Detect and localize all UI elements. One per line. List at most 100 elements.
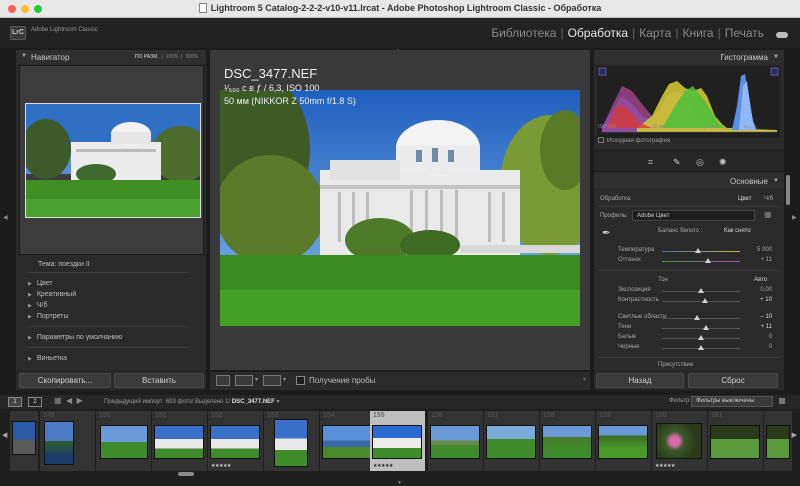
module-library[interactable]: Библиотека (487, 26, 560, 40)
red-eye-icon[interactable]: ◎ (696, 157, 704, 168)
treatment-bw-option[interactable]: Ч/б (764, 196, 773, 202)
preset-theme-travel[interactable]: Тема: поездки II (38, 261, 90, 268)
collapse-triangle-icon[interactable]: ▼ (773, 54, 779, 60)
grid-view-icon[interactable]: ▦ (54, 396, 62, 405)
filter-dropdown[interactable]: Фильтры выключены (691, 396, 773, 407)
filmstrip-cell-selected[interactable]: 155 ★★★★★ (370, 411, 425, 471)
rating-stars[interactable]: ★★★★★ (373, 463, 393, 469)
white-balance-eyedropper-icon[interactable]: ✒ (602, 228, 610, 239)
highlights-slider[interactable] (662, 315, 740, 320)
rating-stars[interactable]: ★★★★★ (211, 463, 231, 469)
slider-knob[interactable] (703, 325, 709, 330)
temperature-slider[interactable] (662, 248, 740, 253)
filmstrip-cell[interactable] (764, 411, 792, 471)
loupe-view[interactable]: DSC_3477.NEF ¹⁄₅₀₀ с в ƒ / 6,3, ISO 100 … (210, 50, 590, 370)
profile-dropdown[interactable]: Adobe Цвет (632, 210, 755, 221)
white-balance-dropdown[interactable]: Как снято (724, 228, 751, 234)
right-panel-scrollbar[interactable] (786, 175, 790, 205)
collapse-triangle-icon[interactable]: ▼ (773, 178, 779, 184)
slider-knob[interactable] (698, 288, 704, 293)
back-arrow-icon[interactable]: ◀ (66, 396, 72, 405)
slider-knob[interactable] (694, 315, 700, 320)
copy-settings-button[interactable]: Скопировать... (19, 373, 111, 388)
right-panel-toggle-icon[interactable]: ▶ (792, 214, 797, 221)
module-book[interactable]: Книга (678, 26, 717, 40)
filmstrip-scroll-left-icon[interactable]: ◀ (2, 431, 7, 439)
swap-settings-icon[interactable] (263, 375, 281, 386)
original-photo-toggle[interactable]: Исходная фотография (598, 137, 670, 144)
filmstrip-cell[interactable]: 153 (264, 411, 319, 471)
preset-group-bw[interactable]: ▶ Ч/б (28, 302, 47, 309)
shadows-value[interactable]: + 11 (742, 324, 772, 330)
histogram-header[interactable]: Гистограмма ▼ (594, 50, 784, 64)
left-panel-toggle-icon[interactable]: ◀ (3, 214, 8, 221)
soft-proofing-checkbox[interactable] (296, 376, 305, 385)
preset-group-color[interactable]: ▶ Цвет (28, 280, 53, 287)
filmstrip-cell[interactable]: 150 (96, 411, 151, 471)
filmstrip-cell[interactable]: 151 (152, 411, 207, 471)
filmstrip-cell[interactable]: 158 (540, 411, 595, 471)
highlights-value[interactable]: – 10 (742, 314, 772, 320)
main-photo[interactable] (220, 90, 580, 326)
cloud-sync-icon[interactable] (776, 32, 788, 38)
treatment-color-option[interactable]: Цвет (738, 196, 751, 202)
shadows-slider[interactable] (662, 325, 740, 330)
collapse-triangle-icon[interactable]: ▼ (21, 53, 27, 59)
navigator-thumbnail[interactable] (25, 103, 201, 218)
filmstrip-cell[interactable] (10, 411, 38, 471)
zoom-300-option[interactable]: 300% (185, 54, 198, 60)
exposure-value[interactable]: 0,00 (742, 287, 772, 293)
whites-value[interactable]: 0 (742, 334, 772, 340)
filmstrip-cell[interactable]: 159 (596, 411, 651, 471)
previous-settings-button[interactable]: Назад (596, 373, 684, 388)
preset-group-portraits[interactable]: ▶ Портреты (28, 313, 69, 320)
filmstrip-cell[interactable]: 157 (484, 411, 539, 471)
masking-icon[interactable]: ✺ (719, 157, 727, 168)
auto-tone-button[interactable]: Авто (754, 277, 767, 283)
basic-panel-header[interactable]: Основные ▼ (594, 174, 784, 188)
healing-brush-icon[interactable]: ✎ (673, 157, 681, 168)
filmstrip-cell[interactable]: 152 ★★★★★ (208, 411, 263, 471)
before-after-icon[interactable] (235, 375, 253, 386)
module-print[interactable]: Печать (721, 26, 768, 40)
forward-arrow-icon[interactable]: ▶ (77, 396, 83, 405)
toolbar-options-icon[interactable]: ▾ (583, 376, 586, 383)
contrast-slider[interactable] (662, 298, 740, 303)
filmstrip-cell[interactable]: 160 ★★★★★ (652, 411, 707, 471)
rating-stars[interactable]: ★★★★★ (655, 463, 675, 469)
module-map[interactable]: Карта (635, 26, 675, 40)
preset-group-vignette[interactable]: ▶ Виньетка (28, 355, 67, 362)
before-after-dropdown-icon[interactable]: ▾ (255, 376, 258, 383)
loupe-view-icon[interactable] (216, 375, 230, 386)
crop-tool-icon[interactable]: ⌗ (648, 157, 653, 168)
filmstrip-cell[interactable]: 154 (320, 411, 375, 471)
navigator-header[interactable]: ▼ Навигатор ПО РАЗМ. | 100% | 300% (16, 50, 206, 64)
secondary-window-button[interactable]: 2 (28, 397, 42, 407)
filmstrip-scroll-right-icon[interactable]: ▶ (792, 431, 797, 439)
filmstrip-scrollbar[interactable] (178, 472, 194, 476)
profile-browser-icon[interactable]: ▦ (764, 210, 772, 219)
zoom-100-option[interactable]: 100% (166, 54, 179, 60)
filmstrip-cell[interactable]: 156 (428, 411, 483, 471)
contrast-value[interactable]: + 10 (742, 297, 772, 303)
filmstrip-cell[interactable]: 161 (708, 411, 763, 471)
navigator-preview-area[interactable] (19, 65, 204, 255)
module-develop[interactable]: Обработка (564, 26, 633, 40)
tint-value[interactable]: + 11 (742, 257, 772, 263)
slider-knob[interactable] (695, 248, 701, 253)
exposure-slider[interactable] (662, 288, 740, 293)
slider-knob[interactable] (698, 345, 704, 350)
filter-toggle-icon[interactable] (779, 398, 785, 404)
swap-dropdown-icon[interactable]: ▾ (283, 376, 286, 383)
whites-slider[interactable] (662, 335, 740, 340)
tint-slider[interactable] (662, 258, 740, 263)
primary-window-button[interactable]: 1 (8, 397, 22, 407)
paste-settings-button[interactable]: Вставить (114, 373, 204, 388)
blacks-slider[interactable] (662, 345, 740, 350)
slider-knob[interactable] (698, 335, 704, 340)
reset-button[interactable]: Сброс (688, 373, 778, 388)
slider-knob[interactable] (705, 258, 711, 263)
filmstrip-source[interactable]: Предыдущий импорт 693 фото/ Выделено 1/ … (104, 398, 280, 405)
zoom-fit-option[interactable]: ПО РАЗМ. (135, 54, 159, 60)
blacks-value[interactable]: 0 (742, 344, 772, 350)
